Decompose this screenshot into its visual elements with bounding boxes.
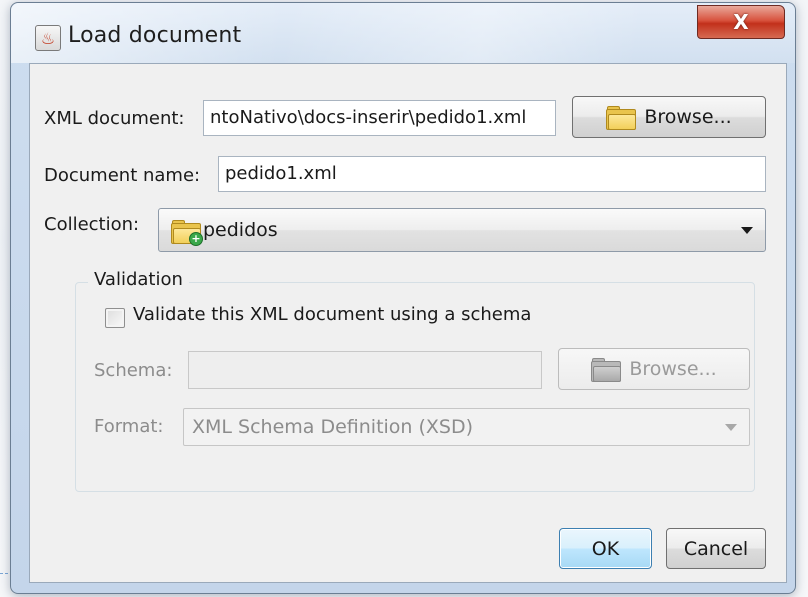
dialog-content: XML document: ntoNativo\docs-inserir\ped… [29, 63, 787, 583]
schema-browse-label: Browse... [629, 358, 717, 380]
folder-disabled-icon [591, 358, 622, 382]
folder-icon [606, 106, 637, 130]
folder-add-icon: + [171, 220, 203, 246]
browse-button[interactable]: Browse... [572, 96, 766, 138]
format-value: XML Schema Definition (XSD) [192, 416, 474, 438]
browse-button-label: Browse... [644, 106, 732, 128]
xml-document-label: XML document: [44, 108, 185, 129]
schema-browse-button[interactable]: Browse... [558, 348, 750, 390]
chevron-down-icon [725, 424, 737, 431]
java-cup-icon: ♨ [35, 25, 61, 51]
document-name-field[interactable]: pedido1.xml [218, 156, 766, 192]
cancel-button[interactable]: Cancel [666, 528, 766, 569]
collection-dropdown[interactable]: + pedidos [158, 208, 766, 252]
chevron-down-icon [741, 227, 753, 234]
format-label: Format: [94, 416, 164, 437]
validation-group-title: Validation [88, 269, 189, 290]
collection-value: pedidos [203, 219, 278, 241]
ok-button[interactable]: OK [559, 528, 652, 569]
xml-document-field[interactable]: ntoNativo\docs-inserir\pedido1.xml [203, 100, 556, 136]
validate-schema-checkbox[interactable] [105, 308, 125, 328]
dialog-title: Load document [68, 23, 242, 48]
title-bar[interactable]: ♨ Load document X [11, 3, 795, 63]
collection-label: Collection: [44, 214, 140, 235]
schema-label: Schema: [94, 360, 173, 381]
load-document-dialog: ♨ Load document X XML document: ntoNativ… [10, 2, 796, 594]
schema-field[interactable] [188, 351, 542, 389]
document-name-label: Document name: [44, 165, 201, 186]
format-dropdown[interactable]: XML Schema Definition (XSD) [183, 408, 750, 446]
validate-schema-label[interactable]: Validate this XML document using a schem… [133, 304, 531, 325]
close-button[interactable]: X [697, 5, 785, 39]
